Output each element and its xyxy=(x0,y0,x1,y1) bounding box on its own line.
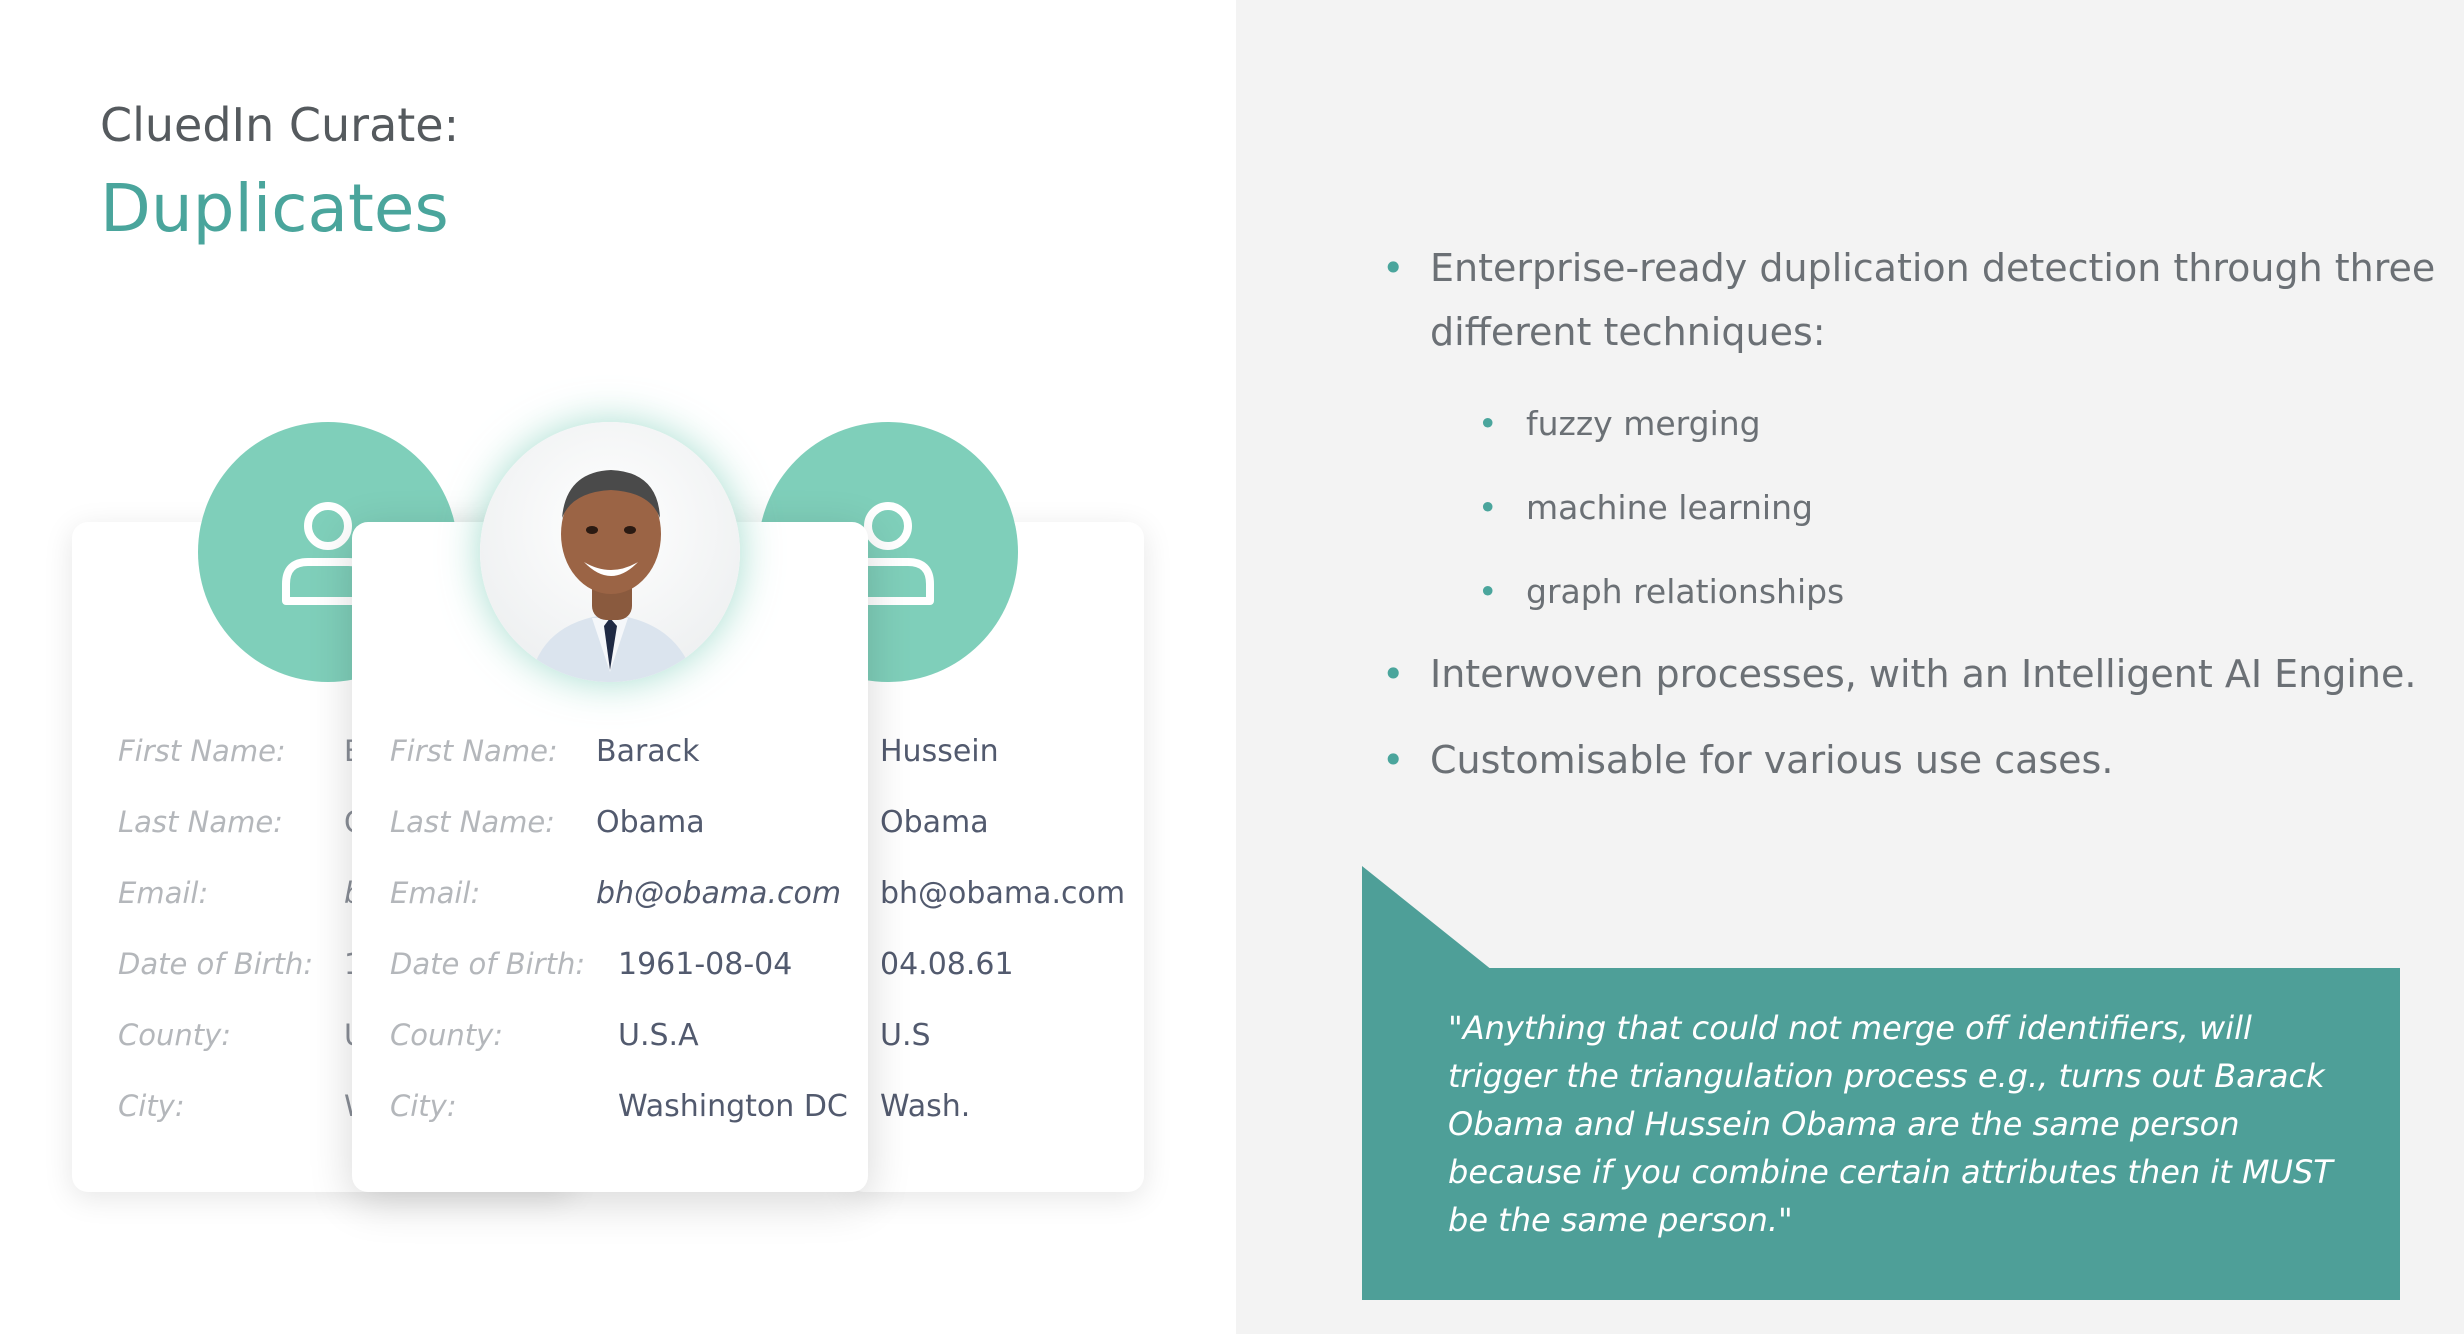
label-last-name: Last Name: xyxy=(390,805,555,839)
bullet-item: Customisable for various use cases. xyxy=(1382,738,2113,782)
label-first-name: First Name: xyxy=(118,734,286,768)
label-city: City: xyxy=(390,1089,457,1123)
value-email: bh@obama.com xyxy=(596,876,842,911)
sub-bullet-item: machine learning xyxy=(1478,488,1813,527)
value-county: U.S.A xyxy=(618,1018,699,1053)
slide-title: Duplicates xyxy=(100,170,449,247)
sub-bullet-item: fuzzy merging xyxy=(1478,404,1761,443)
label-email: Email: xyxy=(390,876,481,910)
bullet-item: Interwoven processes, with an Intelligen… xyxy=(1382,652,2416,696)
value-last-name: Obama xyxy=(596,805,705,840)
label-dob: Date of Birth: xyxy=(118,947,314,981)
label-dob: Date of Birth: xyxy=(390,947,586,981)
bullet-item: Enterprise-ready duplication detection t… xyxy=(1382,246,2435,290)
value-city: Washington DC xyxy=(618,1089,848,1124)
value-email: bh@obama.com xyxy=(880,876,1126,911)
label-email: Email: xyxy=(118,876,209,910)
value-last-name: Obama xyxy=(880,805,989,840)
portrait-photo xyxy=(480,422,740,682)
label-county: County: xyxy=(118,1018,232,1052)
label-county: County: xyxy=(390,1018,504,1052)
label-last-name: Last Name: xyxy=(118,805,283,839)
value-first-name: Hussein xyxy=(880,734,999,769)
avatar-photo xyxy=(480,422,740,682)
value-first-name: Barack xyxy=(596,734,700,769)
value-dob: 04.08.61 xyxy=(880,947,1014,982)
value-city: Wash. xyxy=(880,1089,971,1124)
value-dob: 1961-08-04 xyxy=(618,947,793,982)
quote-text: "Anything that could not merge off ident… xyxy=(1448,1009,2333,1239)
value-county: U.S xyxy=(880,1018,931,1053)
label-first-name: First Name: xyxy=(390,734,558,768)
quote-callout: "Anything that could not merge off ident… xyxy=(1362,968,2400,1300)
sub-bullet-item: graph relationships xyxy=(1478,572,1844,611)
label-city: City: xyxy=(118,1089,185,1123)
bullet-continuation: different techniques: xyxy=(1430,310,1826,354)
slide-subtitle: CluedIn Curate: xyxy=(100,98,460,152)
